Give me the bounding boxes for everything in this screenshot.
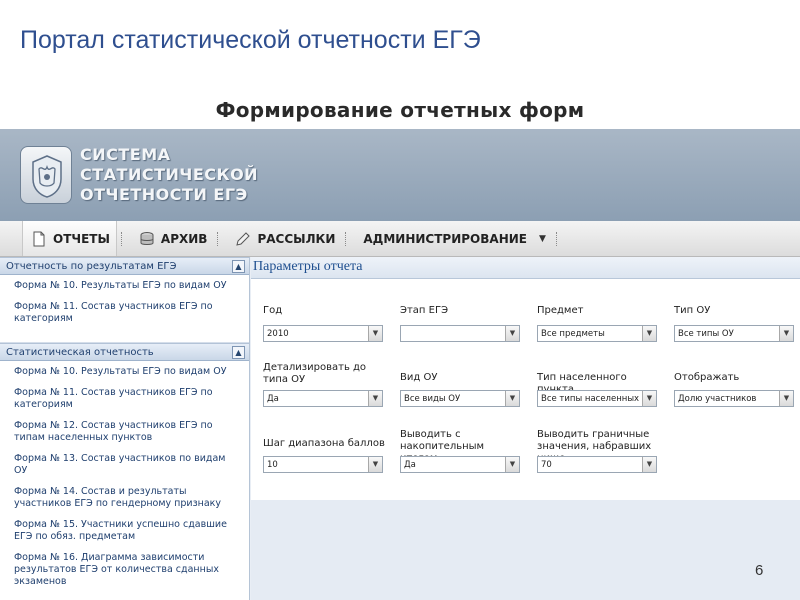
chevron-down-icon[interactable]: ▼ [505, 457, 519, 472]
chevron-down-icon[interactable]: ▼ [539, 234, 546, 244]
menu-item-archive[interactable]: АРХИВ [131, 221, 214, 256]
ou-type-field: Тип ОУ Все типы ОУ ▼ [674, 305, 796, 342]
subject-field: Предмет Все предметы ▼ [537, 305, 659, 342]
chevron-down-icon[interactable]: ▼ [642, 326, 656, 341]
logo-emblem [20, 146, 72, 204]
detail-select[interactable]: Да ▼ [263, 390, 383, 407]
ou-kind-select[interactable]: Все виды ОУ ▼ [400, 390, 520, 407]
sidebar-item[interactable]: Форма № 13. Состав участников по видам О… [0, 448, 249, 481]
sidebar-item[interactable]: Форма № 10. Результаты ЕГЭ по видам ОУ [0, 361, 249, 382]
select-value: Все типы ОУ [678, 329, 734, 339]
select-value: Долю участников [678, 394, 757, 404]
select-value: Все виды ОУ [404, 394, 461, 404]
menu-separator [555, 231, 562, 246]
document-icon [31, 231, 47, 247]
field-label: Тип ОУ [674, 305, 711, 316]
settlement-type-select[interactable]: Все типы населенных пун ▼ [537, 390, 657, 407]
sidebar-item[interactable]: Форма № 14. Состав и результаты участник… [0, 481, 249, 514]
sidebar-section-title: Статистическая отчетность [6, 347, 154, 358]
menu-item-mailings[interactable]: РАССЫЛКИ [227, 221, 341, 256]
pencil-icon [235, 231, 251, 247]
field-label: Шаг диапазона баллов [263, 438, 385, 449]
field-label: Детализировать до типа ОУ [263, 362, 367, 385]
logo-line: ОТЧЕТНОСТИ ЕГЭ [80, 185, 248, 204]
menu-separator [217, 231, 223, 246]
chevron-down-icon[interactable]: ▼ [505, 391, 519, 406]
cumulative-select[interactable]: Да ▼ [400, 456, 520, 473]
chevron-down-icon[interactable]: ▼ [642, 391, 656, 406]
coat-of-arms-icon [32, 155, 62, 198]
app-banner: СИСТЕМА СТАТИСТИЧЕСКОЙ ОТЧЕТНОСТИ ЕГЭ [0, 129, 800, 221]
menu-separator [120, 231, 127, 246]
detail-field: Детализировать до типа ОУ Да ▼ [263, 362, 385, 407]
exam-stage-select[interactable]: ▼ [400, 325, 520, 342]
display-select[interactable]: Долю участников ▼ [674, 390, 794, 407]
settlement-type-field: Тип населенного пункта Все типы населенн… [537, 372, 659, 407]
chevron-down-icon[interactable]: ▼ [368, 326, 382, 341]
field-label: Предмет [537, 305, 584, 316]
sidebar-section-header[interactable]: Статистическая отчетность ▲ [0, 343, 249, 361]
slide-subtitle: Формирование отчетных форм [215, 98, 585, 122]
ou-kind-field: Вид ОУ Все виды ОУ ▼ [400, 372, 522, 407]
select-value: 10 [267, 460, 278, 470]
boundary-select[interactable]: 70 ▼ [537, 456, 657, 473]
field-label: Отображать [674, 372, 740, 383]
panel-title: Параметры отчета [251, 257, 800, 279]
chevron-down-icon[interactable]: ▼ [779, 391, 793, 406]
subject-select[interactable]: Все предметы ▼ [537, 325, 657, 342]
chevron-down-icon[interactable]: ▼ [779, 326, 793, 341]
sidebar-section-header[interactable]: Отчетность по результатам ЕГЭ ▲ [0, 257, 249, 275]
sidebar-section-title: Отчетность по результатам ЕГЭ [6, 261, 177, 272]
logo-line: СТАТИСТИЧЕСКОЙ [80, 165, 259, 184]
cumulative-field: Выводить с накопительным итогом Да ▼ [400, 429, 522, 473]
select-value: 2010 [267, 329, 289, 339]
app-screenshot: СИСТЕМА СТАТИСТИЧЕСКОЙ ОТЧЕТНОСТИ ЕГЭ ОТ… [0, 129, 800, 600]
sidebar-item[interactable]: Форма № 10. Результаты ЕГЭ по видам ОУ [0, 275, 249, 296]
field-label: Вид ОУ [400, 372, 438, 383]
select-value: Все предметы [541, 329, 605, 339]
chevron-down-icon[interactable]: ▼ [368, 391, 382, 406]
boundary-field: Выводить граничные значения, набравших н… [537, 429, 671, 473]
ou-type-select[interactable]: Все типы ОУ ▼ [674, 325, 794, 342]
chevron-down-icon[interactable]: ▼ [368, 457, 382, 472]
sidebar: Отчетность по результатам ЕГЭ ▲ Форма № … [0, 257, 250, 600]
chevron-down-icon[interactable]: ▼ [642, 457, 656, 472]
menu-item-reports[interactable]: ОТЧЕТЫ [22, 221, 117, 256]
select-value: 70 [541, 460, 552, 470]
chevron-down-icon[interactable]: ▼ [505, 326, 519, 341]
sidebar-item[interactable]: Форма № 16. Диаграмма зависимости резуль… [0, 547, 249, 592]
logo-line: СИСТЕМА [80, 145, 171, 164]
main-menu: ОТЧЕТЫ АРХИВ РАССЫЛКИ АДМИНИСТРИРОВАНИЕ … [0, 221, 800, 257]
display-field: Отображать Долю участников ▼ [674, 372, 796, 407]
database-icon [139, 231, 155, 247]
sidebar-item[interactable]: Форма № 11. Состав участников ЕГЭ по кат… [0, 296, 249, 329]
sidebar-divider [0, 329, 249, 343]
field-label: Год [263, 305, 283, 316]
menu-separator [345, 231, 351, 246]
select-value: Да [267, 394, 279, 404]
select-value: Да [404, 460, 416, 470]
slide-title: Портал статистической отчетности ЕГЭ [20, 26, 481, 54]
slide-number: 6 [755, 562, 764, 579]
sidebar-item[interactable]: Форма № 15. Участники успешно сдавшие ЕГ… [0, 514, 249, 547]
collapse-icon[interactable]: ▲ [232, 260, 245, 273]
score-step-field: Шаг диапазона баллов 10 ▼ [263, 438, 385, 473]
sidebar-item[interactable]: Форма № 11. Состав участников ЕГЭ по кат… [0, 382, 249, 415]
menu-label: РАССЫЛКИ [257, 231, 336, 246]
exam-stage-field: Этап ЕГЭ ▼ [400, 305, 522, 342]
content-footer-area [251, 500, 800, 600]
score-step-select[interactable]: 10 ▼ [263, 456, 383, 473]
menu-label: АРХИВ [160, 231, 208, 246]
select-value: Все типы населенных пун [541, 394, 657, 404]
field-label: Этап ЕГЭ [400, 305, 449, 316]
report-parameters-panel: Параметры отчета Год 2010 ▼ Этап ЕГЭ ▼ П… [251, 257, 800, 500]
menu-item-admin[interactable]: АДМИНИСТРИРОВАНИЕ ▼ [355, 221, 552, 256]
year-field: Год 2010 ▼ [263, 305, 385, 342]
sidebar-item[interactable]: Форма № 12. Состав участников ЕГЭ по тип… [0, 415, 249, 448]
collapse-icon[interactable]: ▲ [232, 346, 245, 359]
year-select[interactable]: 2010 ▼ [263, 325, 383, 342]
menu-label: ОТЧЕТЫ [53, 231, 110, 246]
menu-label: АДМИНИСТРИРОВАНИЕ [363, 231, 527, 246]
logo-title: СИСТЕМА СТАТИСТИЧЕСКОЙ ОТЧЕТНОСТИ ЕГЭ [80, 145, 258, 205]
